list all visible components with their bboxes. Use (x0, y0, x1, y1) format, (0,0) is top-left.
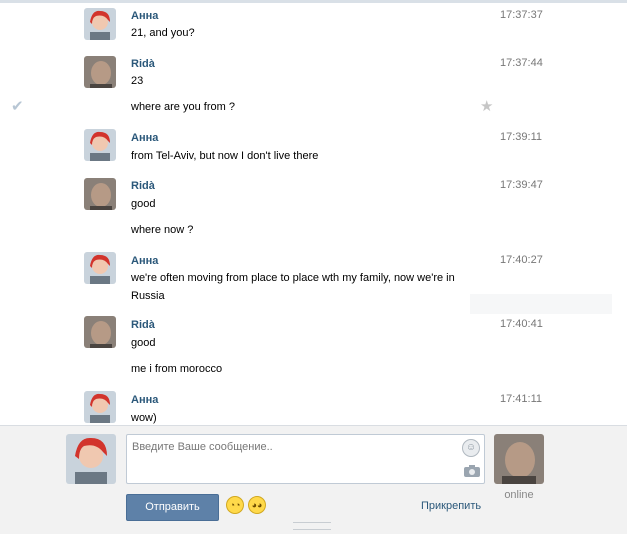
avatar-anna[interactable] (84, 391, 116, 423)
resize-grip[interactable] (293, 522, 331, 530)
message-text: we're often moving from place to place w… (131, 272, 455, 302)
online-status: online (504, 489, 534, 501)
camera-icon[interactable] (464, 465, 480, 477)
sender-name[interactable]: Ridà (131, 180, 155, 192)
row-highlight (470, 294, 612, 314)
star-icon[interactable]: ★ (480, 97, 493, 115)
avatar-rida[interactable] (84, 316, 116, 348)
message-history[interactable]: Анна 17:37:37 21, and you? Ridà 17:37:44… (0, 3, 627, 425)
avatar-rida[interactable] (84, 178, 116, 210)
message-text: 23 (131, 75, 144, 87)
sender-name[interactable]: Анна (131, 255, 158, 267)
message-input[interactable]: Введите Ваше сообщение.. ☺ (126, 434, 485, 484)
send-button[interactable]: Отправить (126, 494, 219, 521)
message-time: 17:40:41 (500, 318, 543, 330)
avatar-anna[interactable] (84, 8, 116, 40)
message-input-placeholder: Введите Ваше сообщение.. (132, 441, 273, 453)
sender-name[interactable]: Анна (131, 394, 158, 406)
message-text: me i from morocco (131, 363, 223, 375)
message-time: 17:37:44 (500, 57, 543, 69)
smiley-icon[interactable]: ☺ (462, 439, 480, 457)
message-text: where are you from ? (131, 101, 235, 113)
sender-name[interactable]: Анна (131, 10, 158, 22)
message-text: good (131, 198, 156, 210)
message-time: 17:40:27 (500, 254, 543, 266)
emoji-rolling-eyes-icon[interactable]: ◔◔ (226, 496, 244, 514)
sender-name[interactable]: Анна (131, 132, 158, 144)
message-time: 17:39:11 (500, 131, 543, 143)
contact-avatar[interactable] (494, 434, 544, 484)
checkmark-icon: ✔ (11, 98, 24, 115)
message-text: wow) (131, 412, 157, 424)
avatar-anna[interactable] (84, 129, 116, 161)
message-text: where now ? (131, 224, 194, 236)
message-text: good (131, 337, 156, 349)
my-avatar[interactable] (66, 434, 116, 484)
sender-name[interactable]: Ridà (131, 319, 155, 331)
message-time: 17:39:47 (500, 179, 543, 191)
message-text: 21, and you? (131, 27, 195, 39)
avatar-anna[interactable] (84, 252, 116, 284)
message-time: 17:41:11 (500, 393, 543, 405)
avatar-rida[interactable] (84, 56, 116, 88)
emoji-smile-icon[interactable]: ◕◕ (248, 496, 266, 514)
composer-panel: Введите Ваше сообщение.. ☺ online Отправ… (0, 425, 627, 534)
message-time: 17:37:37 (500, 9, 543, 21)
sender-name[interactable]: Ridà (131, 58, 155, 70)
attach-link[interactable]: Прикрепить (421, 500, 481, 512)
message-text: from Tel-Aviv, but now I don't live ther… (131, 150, 319, 162)
